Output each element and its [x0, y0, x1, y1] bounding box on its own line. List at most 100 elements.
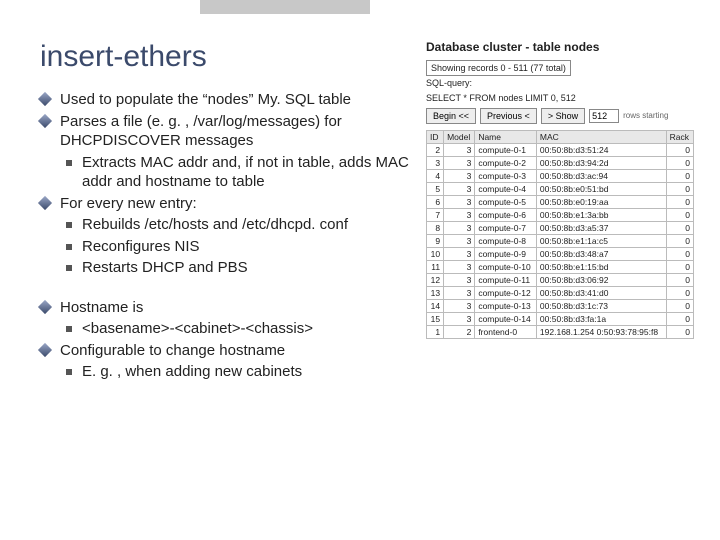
- cell-rack: 0: [666, 286, 693, 299]
- cell-mac: 00:50:8b:e1:1a:c5: [536, 234, 666, 247]
- cell-id: 7: [427, 208, 444, 221]
- table-row: 93compute-0-800:50:8b:e1:1a:c50: [427, 234, 694, 247]
- sql-query: SELECT * FROM nodes LIMIT 0, 512: [426, 93, 694, 104]
- cell-model: 3: [444, 156, 475, 169]
- cell-name: frontend-0: [475, 325, 537, 338]
- col-mac: MAC: [536, 130, 666, 143]
- col-rack: Rack: [666, 130, 693, 143]
- cell-rack: 0: [666, 247, 693, 260]
- bullet-text: Hostname is: [60, 299, 143, 316]
- top-decor-bar: [200, 0, 370, 14]
- table-row: 103compute-0-900:50:8b:d3:48:a70: [427, 247, 694, 260]
- table-row: 33compute-0-200:50:8b:d3:94:2d0: [427, 156, 694, 169]
- cell-id: 12: [427, 273, 444, 286]
- table-header-row: ID Model Name MAC Rack: [427, 130, 694, 143]
- cell-rack: 0: [666, 143, 693, 156]
- cell-id: 6: [427, 195, 444, 208]
- cell-mac: 00:50:8b:d3:1c:73: [536, 299, 666, 312]
- col-model: Model: [444, 130, 475, 143]
- cell-name: compute-0-12: [475, 286, 537, 299]
- cell-mac: 00:50:8b:e0:19:aa: [536, 195, 666, 208]
- cell-rack: 0: [666, 221, 693, 234]
- cell-name: compute-0-11: [475, 273, 537, 286]
- table-row: 83compute-0-700:50:8b:d3:a5:370: [427, 221, 694, 234]
- cell-rack: 0: [666, 299, 693, 312]
- show-button[interactable]: > Show: [541, 108, 585, 124]
- cell-name: compute-0-3: [475, 169, 537, 182]
- cell-rack: 0: [666, 156, 693, 169]
- table-row: 53compute-0-400:50:8b:e0:51:bd0: [427, 182, 694, 195]
- cell-id: 1: [427, 325, 444, 338]
- bullet-text: Parses a file (e. g. , /var/log/messages…: [60, 113, 342, 150]
- bullet-item: For every new entry: Rebuilds /etc/hosts…: [40, 194, 420, 278]
- cell-mac: 00:50:8b:d3:ac:94: [536, 169, 666, 182]
- cell-rack: 0: [666, 182, 693, 195]
- limit-input[interactable]: [589, 109, 619, 123]
- cell-name: compute-0-2: [475, 156, 537, 169]
- bullet-text: Restarts DHCP and PBS: [82, 259, 248, 276]
- cell-rack: 0: [666, 234, 693, 247]
- cell-name: compute-0-4: [475, 182, 537, 195]
- cell-id: 13: [427, 286, 444, 299]
- cell-rack: 0: [666, 325, 693, 338]
- cell-model: 3: [444, 247, 475, 260]
- bullet-item: Hostname is <basename>-<cabinet>-<chassi…: [40, 298, 420, 339]
- cell-mac: 00:50:8b:d3:06:92: [536, 273, 666, 286]
- cell-model: 3: [444, 234, 475, 247]
- table-row: 43compute-0-300:50:8b:d3:ac:940: [427, 169, 694, 182]
- pagination-row: Begin << Previous < > Show rows starting: [426, 108, 694, 124]
- cell-name: compute-0-14: [475, 312, 537, 325]
- cell-name: compute-0-8: [475, 234, 537, 247]
- slide-body: insert-ethers Used to populate the “node…: [0, 0, 720, 394]
- cell-rack: 0: [666, 260, 693, 273]
- rows-trail-text: rows starting: [623, 111, 668, 120]
- col-name: Name: [475, 130, 537, 143]
- table-row: 143compute-0-1300:50:8b:d3:1c:730: [427, 299, 694, 312]
- cell-id: 3: [427, 156, 444, 169]
- table-row: 153compute-0-1400:50:8b:d3:fa:1a0: [427, 312, 694, 325]
- cell-mac: 00:50:8b:d3:48:a7: [536, 247, 666, 260]
- sub-bullet-item: Rebuilds /etc/hosts and /etc/dhcpd. conf: [60, 215, 420, 235]
- cell-model: 3: [444, 182, 475, 195]
- cell-id: 10: [427, 247, 444, 260]
- cell-model: 3: [444, 260, 475, 273]
- bullet-text: For every new entry:: [60, 195, 197, 212]
- cell-mac: 00:50:8b:d3:51:24: [536, 143, 666, 156]
- col-id: ID: [427, 130, 444, 143]
- cell-id: 2: [427, 143, 444, 156]
- bullet-text: Rebuilds /etc/hosts and /etc/dhcpd. conf: [82, 216, 348, 233]
- table-row: 63compute-0-500:50:8b:e0:19:aa0: [427, 195, 694, 208]
- cell-id: 4: [427, 169, 444, 182]
- sql-label: SQL-query:: [426, 78, 694, 89]
- bullet-text: Extracts MAC addr and, if not in table, …: [82, 154, 409, 191]
- bullet-list-2: Hostname is <basename>-<cabinet>-<chassi…: [40, 298, 420, 382]
- bullet-text: Reconfigures NIS: [82, 238, 200, 255]
- left-column: insert-ethers Used to populate the “node…: [40, 40, 420, 384]
- bullet-text: <basename>-<cabinet>-<chassis>: [82, 320, 313, 337]
- table-row: 23compute-0-100:50:8b:d3:51:240: [427, 143, 694, 156]
- table-row: 12frontend-0192.168.1.254 0:50:93:78:95:…: [427, 325, 694, 338]
- cell-mac: 00:50:8b:d3:41:d0: [536, 286, 666, 299]
- sub-bullet-item: <basename>-<cabinet>-<chassis>: [60, 319, 420, 339]
- cell-rack: 0: [666, 169, 693, 182]
- bullet-item: Parses a file (e. g. , /var/log/messages…: [40, 112, 420, 192]
- db-title: Database cluster - table nodes: [426, 40, 694, 54]
- cell-id: 8: [427, 221, 444, 234]
- cell-model: 3: [444, 312, 475, 325]
- cell-rack: 0: [666, 195, 693, 208]
- cell-id: 15: [427, 312, 444, 325]
- table-row: 113compute-0-1000:50:8b:e1:15:bd0: [427, 260, 694, 273]
- cell-name: compute-0-7: [475, 221, 537, 234]
- cell-mac: 00:50:8b:e1:15:bd: [536, 260, 666, 273]
- cell-mac: 192.168.1.254 0:50:93:78:95:f8: [536, 325, 666, 338]
- bullet-list: Used to populate the “nodes” My. SQL tab…: [40, 90, 420, 278]
- previous-button[interactable]: Previous <: [480, 108, 537, 124]
- bullet-text: Configurable to change hostname: [60, 342, 285, 359]
- cell-model: 3: [444, 208, 475, 221]
- begin-button[interactable]: Begin <<: [426, 108, 476, 124]
- cell-name: compute-0-5: [475, 195, 537, 208]
- cell-model: 3: [444, 299, 475, 312]
- cell-model: 3: [444, 169, 475, 182]
- cell-name: compute-0-13: [475, 299, 537, 312]
- sub-bullet-item: Extracts MAC addr and, if not in table, …: [60, 153, 420, 192]
